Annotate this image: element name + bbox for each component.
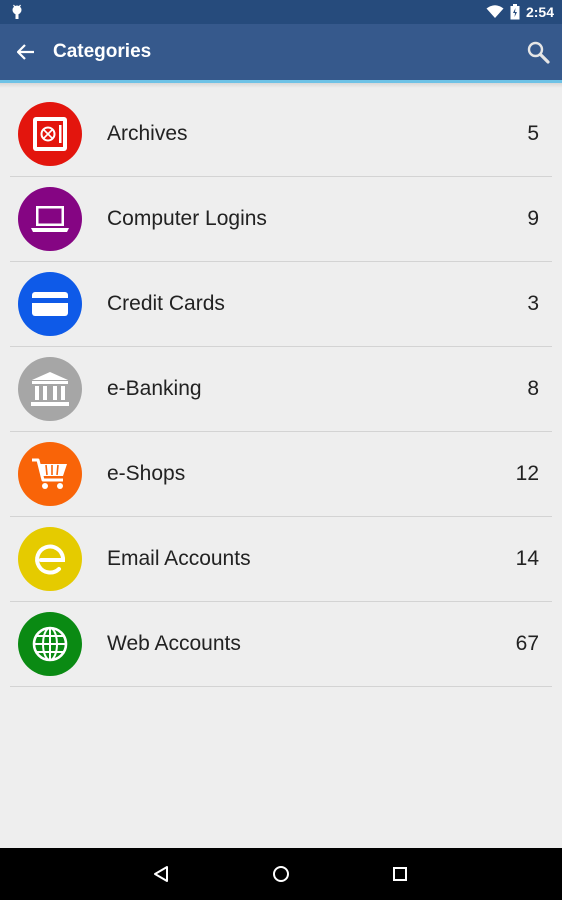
laptop-icon: [31, 206, 69, 232]
category-label: e-Banking: [107, 377, 202, 400]
category-count: 5: [527, 122, 539, 145]
nav-back-button[interactable]: [145, 858, 177, 890]
category-icon-circle: [18, 272, 82, 336]
status-time: 2:54: [525, 4, 554, 20]
nav-back-triangle-icon: [154, 866, 168, 882]
arrow-back-icon: [17, 44, 34, 60]
category-label: Archives: [107, 122, 188, 145]
category-count: 12: [515, 462, 539, 485]
app-bar: Categories: [0, 24, 562, 80]
category-count: 14: [515, 547, 539, 570]
navigation-bar: [0, 848, 562, 900]
app-bar-shadow: [0, 83, 562, 88]
shopping-cart-icon: [32, 458, 67, 489]
category-icon-circle: [18, 527, 82, 591]
nav-home-button[interactable]: [265, 858, 297, 890]
wifi-icon: [486, 5, 504, 18]
nav-recents-square-icon: [393, 867, 407, 881]
nav-home-circle-icon: [273, 866, 289, 882]
category-icon-circle: [18, 102, 82, 166]
category-count: 8: [527, 377, 539, 400]
email-at-icon: [35, 544, 65, 575]
category-count: 9: [527, 207, 539, 230]
globe-icon: [32, 626, 68, 662]
category-label: Email Accounts: [107, 547, 251, 570]
android-notification-icon: [12, 4, 22, 19]
back-button[interactable]: [12, 38, 40, 66]
category-row-computer-logins[interactable]: Computer Logins 9: [10, 177, 552, 262]
status-indicators: 2:54: [486, 0, 554, 24]
credit-card-icon: [32, 292, 68, 316]
category-icon-circle: [18, 357, 82, 421]
status-bar: 2:54: [0, 0, 562, 24]
page-title: Categories: [53, 41, 152, 62]
nav-recents-button[interactable]: [384, 858, 416, 890]
category-icon-circle: [18, 187, 82, 251]
category-row-e-shops[interactable]: e-Shops 12: [10, 432, 552, 517]
search-icon: [527, 41, 550, 64]
category-label: Computer Logins: [107, 207, 267, 230]
category-count: 67: [515, 632, 539, 655]
category-label: Web Accounts: [107, 632, 241, 655]
battery-icon: [510, 4, 520, 20]
category-row-web-accounts[interactable]: Web Accounts 67: [10, 602, 552, 687]
category-row-e-banking[interactable]: e-Banking 8: [10, 347, 552, 432]
category-icon-circle: [18, 442, 82, 506]
category-row-archives[interactable]: Archives 5: [10, 92, 552, 177]
safe-icon: [33, 117, 67, 151]
search-button[interactable]: [522, 36, 554, 68]
category-list: Archives 5 Computer Logins 9 Credit Card…: [10, 92, 552, 687]
category-label: Credit Cards: [107, 292, 225, 315]
category-icon-circle: [18, 612, 82, 676]
bank-icon: [31, 372, 69, 406]
category-label: e-Shops: [107, 462, 186, 485]
category-row-email-accounts[interactable]: Email Accounts 14: [10, 517, 552, 602]
category-count: 3: [527, 292, 539, 315]
category-row-credit-cards[interactable]: Credit Cards 3: [10, 262, 552, 347]
